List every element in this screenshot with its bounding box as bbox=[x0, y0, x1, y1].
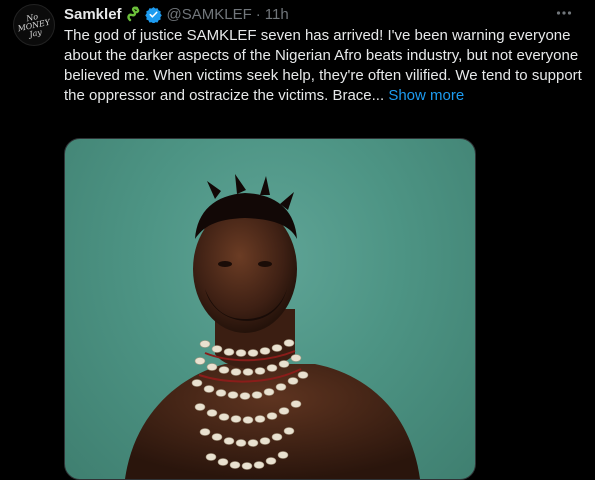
timestamp[interactable]: 11h bbox=[265, 6, 289, 23]
tweet-text: The god of justice SAMKLEF seven has arr… bbox=[64, 26, 586, 106]
portrait-photo bbox=[125, 174, 420, 479]
separator-dot: · bbox=[255, 5, 261, 23]
display-name[interactable]: Samklef bbox=[64, 6, 122, 23]
show-more-link[interactable]: Show more bbox=[388, 87, 464, 104]
tweet-body: The god of justice SAMKLEF seven has arr… bbox=[64, 27, 582, 104]
avatar[interactable]: No MONEY Jay bbox=[13, 4, 55, 46]
verified-badge-icon[interactable] bbox=[144, 6, 162, 24]
more-options-icon[interactable] bbox=[551, 2, 577, 24]
tweet-media-image[interactable] bbox=[64, 138, 476, 480]
tweet-header: Samklef @SAMKLEF · 11h bbox=[64, 4, 289, 24]
user-handle[interactable]: @SAMKLEF bbox=[167, 6, 252, 23]
snake-emoji-icon bbox=[126, 6, 142, 22]
avatar-logo-text: No MONEY Jay bbox=[16, 12, 51, 40]
